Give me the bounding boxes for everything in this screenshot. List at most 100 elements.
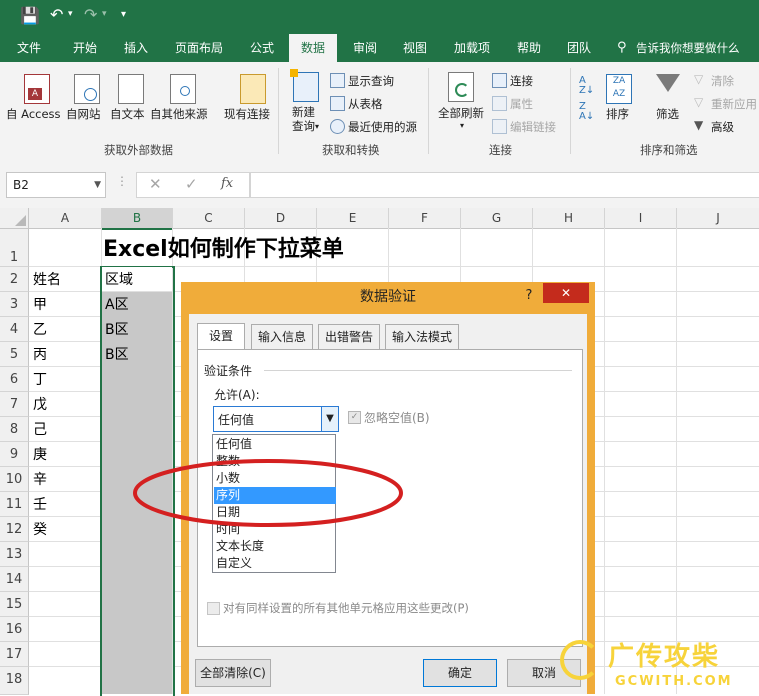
new-query-button[interactable]: 新建 查询 xyxy=(292,105,315,133)
row-header[interactable]: 18 xyxy=(0,667,29,695)
tab-review[interactable]: 审阅 xyxy=(344,34,386,62)
undo-dropdown-icon[interactable]: ▾ xyxy=(68,9,73,19)
row-header[interactable]: 2 xyxy=(0,267,29,292)
tab-data[interactable]: 数据 xyxy=(289,34,337,62)
cell-b4[interactable]: B区 xyxy=(105,319,129,339)
tab-home[interactable]: 开始 xyxy=(62,34,108,62)
redo-icon[interactable]: ↷ xyxy=(84,5,97,24)
advanced-button[interactable]: 高级 xyxy=(711,119,734,135)
save-icon[interactable]: 💾 xyxy=(20,6,40,25)
edit-links-button[interactable]: 编辑链接 xyxy=(510,119,556,135)
tab-settings[interactable]: 设置 xyxy=(197,323,245,351)
row-header[interactable]: 17 xyxy=(0,642,29,667)
redo-dropdown-icon[interactable]: ▾ xyxy=(102,9,107,19)
existing-connections-button[interactable]: 现有连接 xyxy=(224,106,270,122)
row-header[interactable]: 14 xyxy=(0,567,29,592)
cell-b2[interactable]: 区域 xyxy=(105,269,133,289)
column-header-b[interactable]: B xyxy=(102,208,173,230)
refresh-all-dropdown-icon[interactable]: ▾ xyxy=(460,121,464,130)
cell-a11[interactable]: 壬 xyxy=(33,494,47,514)
clear-button[interactable]: 清除 xyxy=(711,73,734,89)
row-header[interactable]: 4 xyxy=(0,317,29,342)
tab-team[interactable]: 团队 xyxy=(557,34,601,62)
row-header[interactable]: 3 xyxy=(0,292,29,317)
cancel-entry-icon[interactable]: ✕ xyxy=(149,175,162,193)
tab-error-alert[interactable]: 出错警告 xyxy=(318,324,380,350)
column-header-f[interactable]: F xyxy=(389,208,461,229)
column-header-c[interactable]: C xyxy=(173,208,245,229)
tab-input-message[interactable]: 输入信息 xyxy=(251,324,313,350)
customize-icon[interactable]: ▾ xyxy=(121,9,126,20)
sort-descending-icon[interactable]: Z A↓ xyxy=(579,102,594,122)
filter-button[interactable]: 筛选 xyxy=(656,106,679,122)
from-other-sources-button[interactable]: 自其他来源 xyxy=(150,106,208,122)
option-custom[interactable]: 自定义 xyxy=(214,555,336,572)
column-header-h[interactable]: H xyxy=(533,208,605,229)
formula-input[interactable] xyxy=(250,172,759,198)
apply-all-checkbox[interactable] xyxy=(207,602,220,615)
tell-me-search[interactable]: 告诉我你想要做什么 xyxy=(636,34,754,62)
tab-file[interactable]: 文件 xyxy=(8,34,50,62)
name-box[interactable]: B2 ▼ xyxy=(6,172,106,198)
from-web-button[interactable]: 自网站 xyxy=(66,106,101,122)
cell-b5[interactable]: B区 xyxy=(105,344,129,364)
cell-a5[interactable]: 丙 xyxy=(33,344,47,364)
row-header[interactable]: 15 xyxy=(0,592,29,617)
properties-button[interactable]: 属性 xyxy=(510,96,533,112)
row-header[interactable]: 9 xyxy=(0,442,29,467)
show-queries-button[interactable]: 显示查询 xyxy=(348,73,394,89)
cell-a10[interactable]: 辛 xyxy=(33,469,47,489)
ok-button[interactable]: 确定 xyxy=(423,659,497,687)
allow-select[interactable]: 任何值 ▼ xyxy=(213,406,339,432)
cell-a12[interactable]: 癸 xyxy=(33,519,47,539)
row-header[interactable]: 5 xyxy=(0,342,29,367)
tab-view[interactable]: 视图 xyxy=(394,34,436,62)
new-query-dropdown-icon[interactable]: ▾ xyxy=(315,122,319,131)
tab-help[interactable]: 帮助 xyxy=(507,34,551,62)
row-header[interactable]: 16 xyxy=(0,617,29,642)
from-text-button[interactable]: 自文本 xyxy=(110,106,145,122)
row-header[interactable]: 13 xyxy=(0,542,29,567)
tab-formulas[interactable]: 公式 xyxy=(240,34,284,62)
cell-a2[interactable]: 姓名 xyxy=(33,269,61,289)
recent-sources-button[interactable]: 最近使用的源 xyxy=(348,119,417,135)
connections-button[interactable]: 连接 xyxy=(510,73,533,89)
row-header[interactable]: 10 xyxy=(0,467,29,492)
tab-ime-mode[interactable]: 输入法模式 xyxy=(385,324,459,350)
tab-add-ins[interactable]: 加载项 xyxy=(446,34,498,62)
reapply-button[interactable]: 重新应用 xyxy=(711,96,757,112)
column-header-a[interactable]: A xyxy=(29,208,102,229)
tab-insert[interactable]: 插入 xyxy=(113,34,159,62)
cell-a3[interactable]: 甲 xyxy=(33,294,47,314)
name-box-dropdown-icon[interactable]: ▼ xyxy=(94,173,101,197)
undo-icon[interactable]: ↶ xyxy=(50,5,63,24)
column-header-d[interactable]: D xyxy=(245,208,317,229)
sort-button[interactable]: 排序 xyxy=(606,106,629,122)
cell-a7[interactable]: 戊 xyxy=(33,394,47,414)
sort-ascending-icon[interactable]: A Z↓ xyxy=(579,76,594,96)
row-header[interactable]: 1 xyxy=(0,229,29,267)
column-header-g[interactable]: G xyxy=(461,208,533,229)
column-header-i[interactable]: I xyxy=(605,208,677,229)
help-button[interactable]: ? xyxy=(519,286,539,306)
tab-page-layout[interactable]: 页面布局 xyxy=(168,34,230,62)
cell-a8[interactable]: 己 xyxy=(33,419,47,439)
row-header[interactable]: 6 xyxy=(0,367,29,392)
chevron-down-icon[interactable]: ▼ xyxy=(321,407,338,431)
cell-a4[interactable]: 乙 xyxy=(33,319,47,339)
close-button[interactable]: ✕ xyxy=(543,283,589,303)
row-header[interactable]: 8 xyxy=(0,417,29,442)
insert-function-icon[interactable]: fx xyxy=(221,176,233,191)
cell-b3[interactable]: A区 xyxy=(105,294,129,314)
resize-dots-icon[interactable]: ⋮ xyxy=(116,174,128,188)
row-header[interactable]: 12 xyxy=(0,517,29,542)
clear-all-button[interactable]: 全部清除(C) xyxy=(195,659,271,687)
column-header-e[interactable]: E xyxy=(317,208,389,229)
from-access-button[interactable]: 自 Access xyxy=(6,106,61,122)
option-any-value[interactable]: 任何值 xyxy=(214,436,336,453)
row-header[interactable]: 11 xyxy=(0,492,29,517)
column-header-j[interactable]: J xyxy=(677,208,759,229)
option-text-length[interactable]: 文本长度 xyxy=(214,538,336,555)
cell-a6[interactable]: 丁 xyxy=(33,369,47,389)
ignore-blank-checkbox[interactable]: ✓ xyxy=(348,411,361,424)
